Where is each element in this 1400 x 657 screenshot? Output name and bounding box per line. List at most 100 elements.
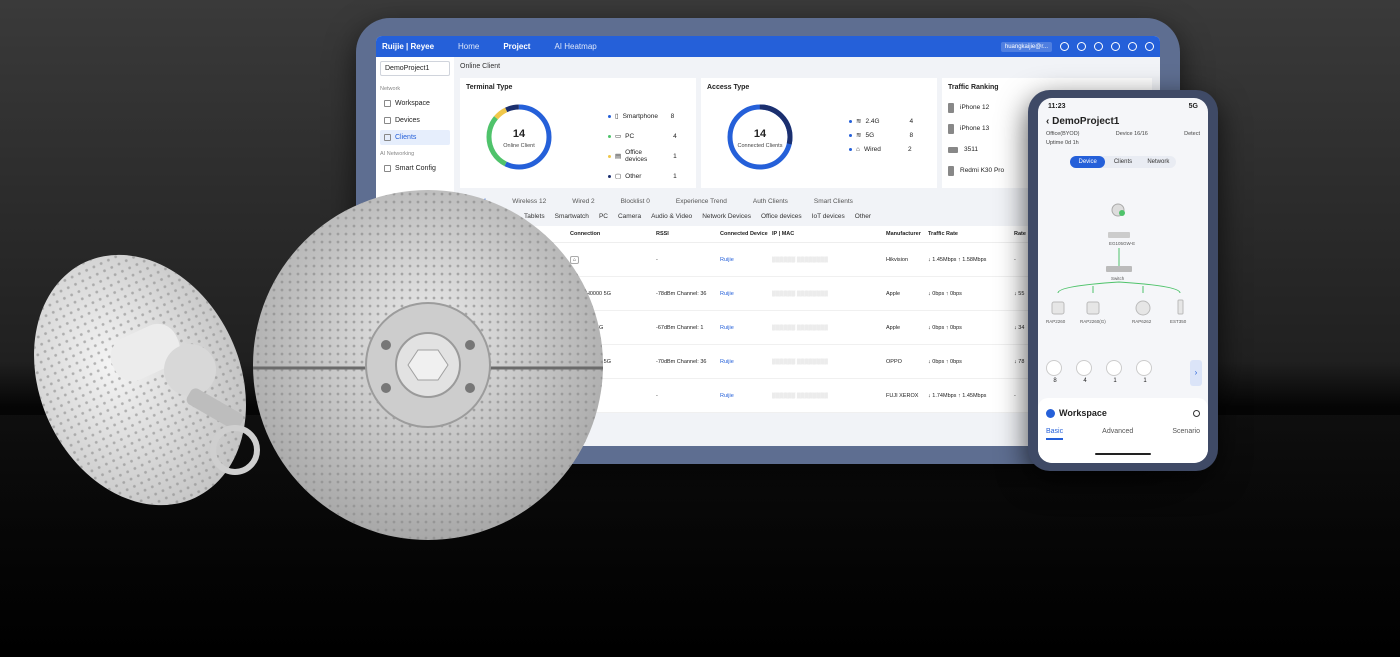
search-icon[interactable]: [1193, 409, 1200, 417]
top-navigation-bar: Ruijie | Reyee Home Project AI Heatmap h…: [376, 36, 1160, 57]
devices-icon: [384, 117, 391, 124]
bell-icon[interactable]: [1111, 42, 1120, 51]
sidebar-section-ai: AI Networking: [380, 151, 415, 157]
nav-tab-home[interactable]: Home: [458, 42, 479, 51]
count-item[interactable]: 4: [1076, 360, 1094, 384]
network-indicator: 5G: [1188, 103, 1198, 110]
legend-item: ⌂ Wired 2: [849, 142, 913, 156]
filter-audio-video[interactable]: Audio & Video: [651, 213, 692, 220]
workspace-tabs: Basic Advanced Scenario: [1046, 428, 1200, 440]
blurred-ip-mac: ▒▒▒▒▒▒ ▒▒▒▒▒▒▒▒: [772, 324, 829, 331]
phone-icon: [948, 102, 954, 113]
uptime: Uptime 0d 1h: [1046, 140, 1079, 146]
filter-camera[interactable]: Camera: [618, 213, 641, 220]
donut-value: 14: [754, 128, 767, 140]
network-topology: EG105GW-E Switch RAP2260 RAP2260(G) RAP6…: [1046, 203, 1187, 324]
legend-item: ≋ 2.4G 4: [849, 114, 913, 128]
workspace-icon: [384, 100, 391, 107]
tab-experience-trend[interactable]: Experience Trend: [676, 198, 727, 205]
legend-item: ▤ Office devices 1: [608, 146, 677, 166]
legend-item: ▭ PC 4: [608, 126, 677, 146]
access-legend: ≋ 2.4G 4 ≋ 5G 8 ⌂ Wired 2: [849, 114, 913, 156]
access-type-card: Access Type 14 Connected Clients ≋ 2.4G 4 …: [701, 78, 937, 188]
card-title: Access Type: [707, 84, 750, 91]
back-icon[interactable]: ‹: [1046, 116, 1049, 127]
sidebar-item-label: Devices: [395, 117, 420, 124]
count-item[interactable]: 1: [1136, 360, 1154, 384]
workspace-icon: [1046, 408, 1055, 418]
terminal-legend: ▯ Smartphone 8 ▭ PC 4 ▤ Office devices 1 ▢ Othe…: [608, 106, 677, 186]
nav-tab-project[interactable]: Project: [503, 42, 530, 51]
legend-item: ≋ 5G 8: [849, 128, 913, 142]
phone-icon: ▯: [615, 113, 619, 120]
detect-button[interactable]: Detect: [1184, 131, 1200, 137]
donut-label: Connected Clients: [738, 143, 783, 149]
segment-device[interactable]: Device: [1070, 156, 1106, 168]
access-donut-chart: 14 Connected Clients: [727, 104, 793, 170]
wired-icon: ⌂: [856, 145, 860, 153]
blurred-ip-mac: ▒▒▒▒▒▒ ▒▒▒▒▒▒▒▒: [772, 358, 829, 365]
filter-iot-devices[interactable]: IoT devices: [812, 213, 845, 220]
pc-icon: ▭: [615, 133, 622, 140]
notification-icon[interactable]: [1094, 42, 1103, 51]
filter-other[interactable]: Other: [855, 213, 871, 220]
phone-device: 11:23 5G ‹ DemoProject1 Office(BYOD) Dev…: [1028, 90, 1218, 471]
legend-item: ▢ Other 1: [608, 166, 677, 186]
view-segment: Device Clients Network: [1070, 156, 1176, 168]
count-item[interactable]: 8: [1046, 360, 1064, 384]
settings-icon[interactable]: [1128, 42, 1137, 51]
topo-label: EST350: [1170, 319, 1187, 324]
page-title: ‹ DemoProject1: [1046, 116, 1120, 127]
segment-clients[interactable]: Clients: [1105, 156, 1140, 168]
filter-office-devices[interactable]: Office devices: [761, 213, 802, 220]
sync-icon[interactable]: [1077, 42, 1086, 51]
globe-icon[interactable]: [1145, 42, 1154, 51]
tab-advanced[interactable]: Advanced: [1102, 428, 1133, 440]
nav-tab-ai-heatmap[interactable]: AI Heatmap: [554, 42, 596, 51]
sidebar-section-network: Network: [380, 86, 401, 92]
printer-icon: ▤: [615, 153, 622, 160]
card-title: Terminal Type: [466, 84, 513, 91]
phone-icon: [948, 123, 954, 134]
chevron-right-icon[interactable]: ›: [1190, 360, 1202, 386]
account-menu[interactable]: huangkaijie@r...: [1000, 41, 1052, 52]
sidebar-item-label: Clients: [395, 134, 417, 141]
brand-logo: Ruijie | Reyee: [382, 42, 435, 51]
clients-icon: [384, 134, 391, 141]
wifi-icon: ≋: [856, 132, 862, 139]
blurred-ip-mac: ▒▒▒▒▒▒ ▒▒▒▒▒▒▒▒: [772, 392, 829, 399]
clock: 11:23: [1048, 103, 1066, 110]
outdoor-ap-icon: [1136, 360, 1152, 376]
count-item[interactable]: 1: [1106, 360, 1124, 384]
sidebar-item-smart-config[interactable]: Smart Config: [380, 161, 450, 176]
rear-dish-antenna: [34, 254, 260, 506]
project-select[interactable]: DemoProject1: [380, 61, 450, 76]
tab-scenario[interactable]: Scenario: [1172, 428, 1200, 440]
phone-status-bar: 11:23 5G: [1038, 98, 1208, 110]
tab-auth-clients[interactable]: Auth Clients: [753, 198, 788, 205]
front-dish-antenna: [253, 190, 603, 540]
phone-screen: 11:23 5G ‹ DemoProject1 Office(BYOD) Dev…: [1038, 98, 1208, 463]
smart-config-icon: [384, 165, 391, 172]
blurred-ip-mac: ▒▒▒▒▒▒ ▒▒▒▒▒▒▒▒: [772, 290, 829, 297]
tab-smart-clients[interactable]: Smart Clients: [814, 198, 853, 205]
segment-network[interactable]: Network: [1141, 156, 1176, 168]
topo-label: EG105GW-E: [1109, 241, 1135, 246]
sidebar-item-devices[interactable]: Devices: [380, 113, 450, 128]
tab-basic[interactable]: Basic: [1046, 428, 1064, 440]
donut-label: Online Client: [503, 143, 535, 149]
outdoor-dish-antennas: [34, 190, 603, 540]
topo-label: RAP6262: [1132, 319, 1152, 324]
filter-network-devices[interactable]: Network Devices: [702, 213, 751, 220]
phone-icon: [948, 165, 954, 176]
workspace-panel: Workspace Basic Advanced Scenario: [1038, 398, 1208, 463]
legend-item: ▯ Smartphone 8: [608, 106, 677, 126]
tab-blocklist[interactable]: Blocklist 0: [621, 198, 650, 205]
blurred-ip-mac: ▒▒▒▒▒▒ ▒▒▒▒▒▒▒▒: [772, 256, 829, 263]
sidebar-item-label: Workspace: [395, 100, 430, 107]
breadcrumb: Online Client: [460, 63, 501, 70]
sidebar-item-workspace[interactable]: Workspace: [380, 96, 450, 111]
add-icon[interactable]: [1060, 42, 1069, 51]
sidebar-item-clients[interactable]: Clients: [380, 130, 450, 145]
other-device-icon: ▢: [615, 173, 622, 180]
